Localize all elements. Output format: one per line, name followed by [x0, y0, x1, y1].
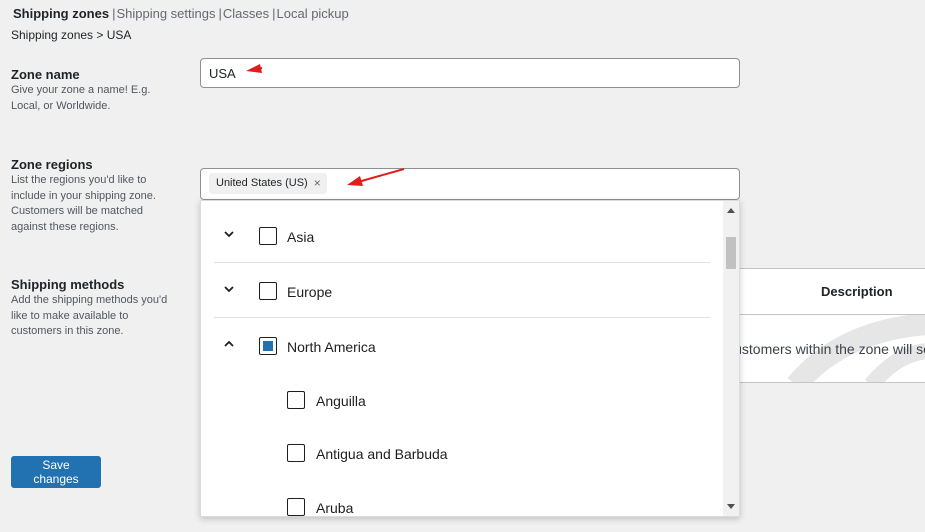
region-option-label: North America — [287, 339, 376, 355]
scroll-up-arrow-icon[interactable] — [727, 208, 735, 213]
country-checkbox[interactable] — [287, 444, 305, 462]
chevron-down-icon[interactable] — [221, 281, 237, 297]
subnav-shipping-settings[interactable]: Shipping settings — [116, 6, 215, 21]
column-description-header: Description — [821, 284, 893, 299]
zone-name-value: USA — [209, 66, 236, 81]
subnav-classes[interactable]: Classes — [223, 6, 269, 21]
subnav-separator: | — [218, 6, 222, 21]
scroll-thumb[interactable] — [726, 237, 736, 269]
shipping-methods-description: Add the shipping methods you'd like to m… — [11, 294, 168, 337]
region-checkbox-partial[interactable] — [259, 337, 277, 355]
country-option-label: Antigua and Barbuda — [316, 446, 448, 462]
subnav-separator: | — [112, 6, 116, 21]
breadcrumb: Shipping zones > USA — [11, 28, 132, 42]
region-option-anguilla[interactable]: Anguilla — [201, 373, 725, 427]
country-option-label: Aruba — [316, 500, 354, 516]
region-checkbox[interactable] — [259, 282, 277, 300]
zone-name-title: Zone name — [11, 67, 80, 82]
methods-empty-message: Customers within the zone will see them. — [724, 341, 925, 357]
dropdown-scrollbar[interactable] — [723, 201, 739, 516]
country-checkbox[interactable] — [287, 391, 305, 409]
region-token: United States (US) × — [209, 173, 327, 194]
save-changes-button[interactable]: Save changes — [11, 456, 101, 488]
region-option-aruba[interactable]: Aruba — [201, 480, 725, 516]
region-option-label: Asia — [287, 229, 315, 245]
chevron-down-icon[interactable] — [221, 226, 237, 242]
chevron-up-icon[interactable] — [221, 336, 237, 352]
country-option-label: Anguilla — [316, 393, 366, 409]
subnav-shipping-zones[interactable]: Shipping zones — [13, 6, 109, 21]
region-option-antigua-and-barbuda[interactable]: Antigua and Barbuda — [201, 426, 725, 480]
zone-regions-input[interactable]: United States (US) × — [200, 168, 740, 200]
subnav-local-pickup[interactable]: Local pickup — [277, 6, 349, 21]
region-option-north-america[interactable]: North America — [201, 319, 725, 373]
zone-regions-title: Zone regions — [11, 157, 93, 172]
option-divider — [214, 262, 710, 263]
remove-token-icon[interactable]: × — [314, 173, 321, 194]
shipping-methods-title: Shipping methods — [11, 277, 125, 292]
region-option-asia[interactable]: Asia — [201, 209, 725, 263]
scroll-down-arrow-icon[interactable] — [727, 504, 735, 509]
region-checkbox[interactable] — [259, 227, 277, 245]
region-option-label: Europe — [287, 284, 333, 300]
region-token-label: United States (US) — [216, 177, 308, 189]
zone-regions-description: List the regions you'd like to include i… — [11, 174, 156, 233]
regions-dropdown: Asia Europe North America Anguilla Antig… — [200, 200, 740, 517]
shipping-subnav: Shipping zones |Shipping settings |Classes… — [13, 6, 349, 22]
region-option-europe[interactable]: Europe — [201, 264, 725, 318]
zone-name-description: Give your zone a name! E.g. Local, or Wo… — [11, 84, 151, 112]
country-checkbox[interactable] — [287, 498, 305, 516]
subnav-separator: | — [272, 6, 276, 21]
zone-name-input[interactable]: USA — [200, 58, 740, 88]
option-divider — [214, 317, 710, 318]
